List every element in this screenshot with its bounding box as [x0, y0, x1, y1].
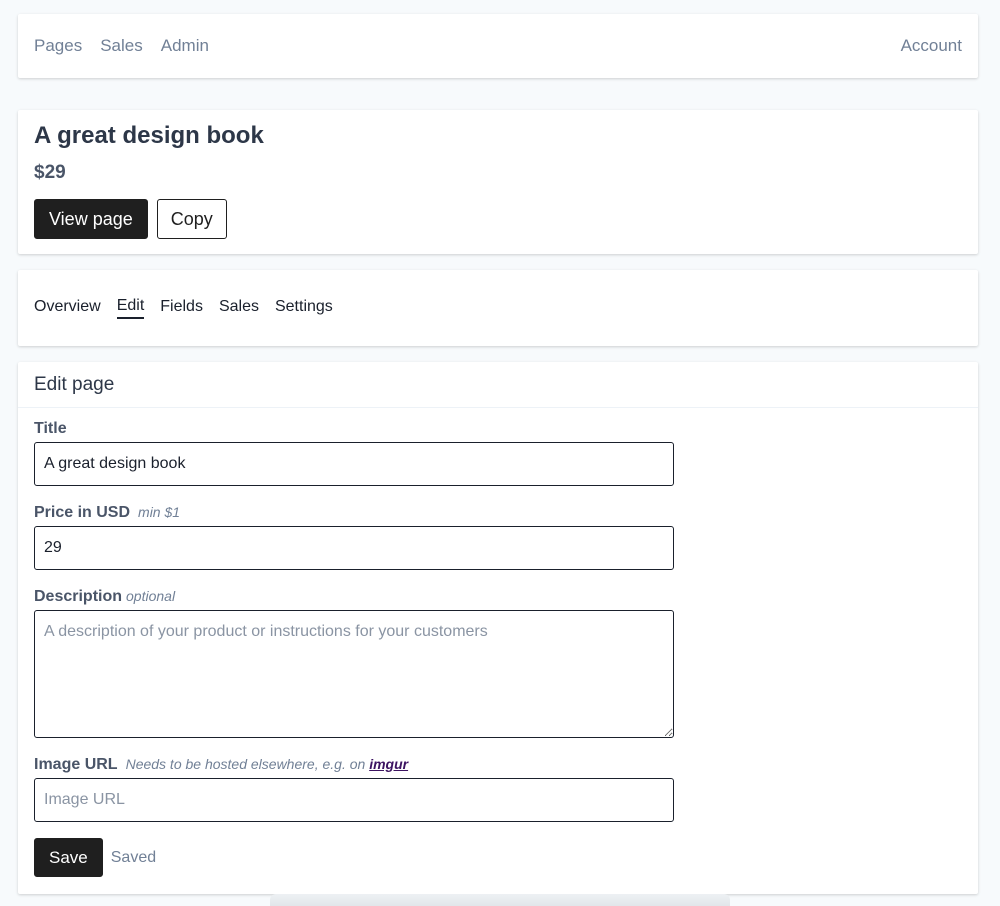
tab-overview[interactable]: Overview — [34, 298, 101, 318]
edit-form: Title Price in USD min $1 Description op… — [18, 408, 978, 877]
product-header: A great design book $29 View page Copy — [18, 110, 978, 254]
product-title: A great design book — [34, 122, 264, 149]
top-nav: Pages Sales Admin Account — [18, 14, 978, 78]
image-url-hint-text: Needs to be hosted elsewhere, e.g. on — [125, 756, 366, 772]
edit-page-panel: Edit page Title Price in USD min $1 Desc… — [18, 362, 978, 894]
image-url-label-text: Image URL — [34, 756, 118, 773]
save-button[interactable]: Save — [34, 838, 103, 877]
price-label-text: Price in USD — [34, 504, 131, 521]
product-price: $29 — [34, 162, 66, 183]
imgur-link[interactable]: imgur — [369, 756, 408, 772]
save-status: Saved — [110, 848, 157, 866]
image-url-hint: Needs to be hosted elsewhere, e.g. on im… — [126, 756, 409, 772]
nav-sales[interactable]: Sales — [100, 36, 143, 56]
description-hint: optional — [126, 588, 176, 604]
edit-panel-header: Edit page — [18, 362, 978, 408]
price-hint: min $1 — [138, 504, 181, 520]
save-row: Save Saved — [34, 838, 962, 877]
nav-pages[interactable]: Pages — [34, 36, 82, 56]
image-url-input[interactable] — [34, 778, 674, 822]
nav-admin[interactable]: Admin — [161, 36, 209, 56]
description-textarea[interactable] — [34, 610, 674, 738]
bottom-toast-edge — [270, 894, 730, 906]
view-page-button[interactable]: View page — [34, 199, 148, 239]
image-url-label: Image URL Needs to be hosted elsewhere, … — [34, 756, 962, 774]
nav-account[interactable]: Account — [901, 36, 962, 56]
title-label: Title — [34, 420, 962, 438]
edit-page-heading: Edit page — [34, 373, 115, 395]
tab-edit[interactable]: Edit — [116, 297, 145, 319]
price-label: Price in USD min $1 — [34, 504, 962, 522]
title-label-text: Title — [34, 420, 67, 437]
description-label-text: Description — [34, 588, 123, 605]
title-input[interactable] — [34, 442, 674, 486]
price-input[interactable] — [34, 526, 674, 570]
copy-button[interactable]: Copy — [156, 199, 227, 239]
description-label: Description optional — [34, 588, 962, 606]
tab-fields[interactable]: Fields — [160, 298, 203, 318]
tab-sales[interactable]: Sales — [219, 298, 259, 318]
product-actions: View page Copy — [34, 199, 962, 239]
page-tabs: Overview Edit Fields Sales Settings — [18, 270, 978, 346]
tab-settings[interactable]: Settings — [275, 298, 333, 318]
